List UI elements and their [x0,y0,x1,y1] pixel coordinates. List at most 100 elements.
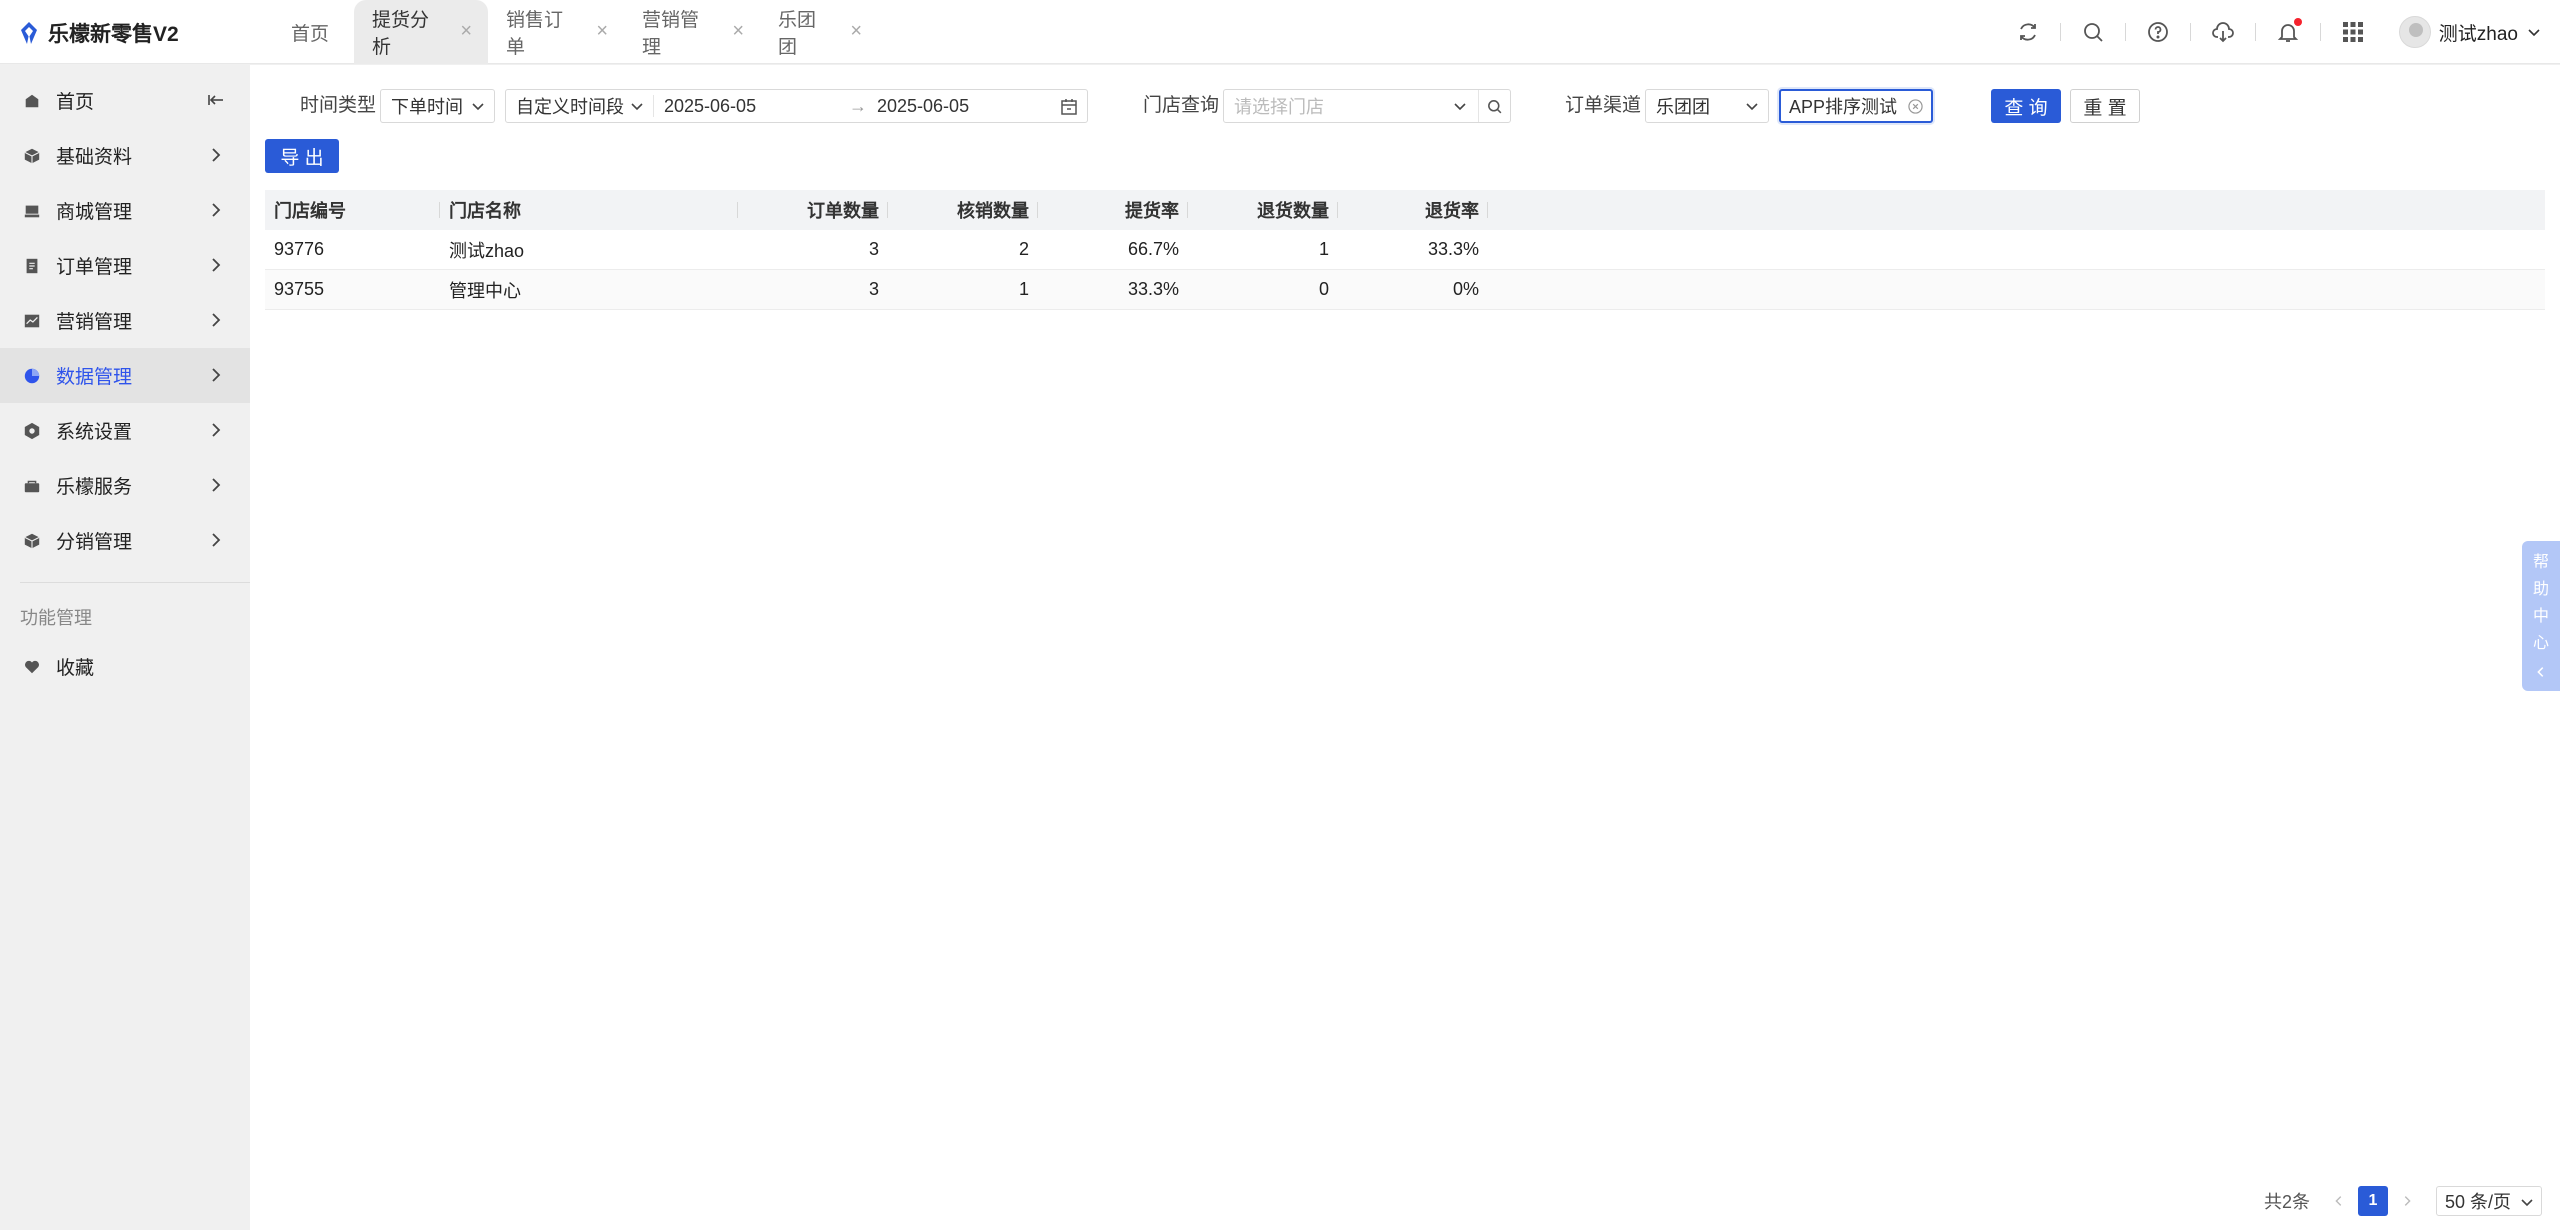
tab-label: 乐团团 [778,10,817,58]
home-icon [22,91,42,111]
reset-button[interactable]: 重 置 [2070,89,2140,123]
store-search-button[interactable] [1478,90,1510,122]
range-separator: → [849,95,867,116]
sidebar-item-service[interactable]: 乐檬服务 [0,458,250,513]
order-channel-label: 订单渠道 [1565,95,1642,116]
select-value: 自定义时间段 [516,97,624,117]
search-icon [2083,23,2103,42]
column-header: 门店名称 [440,190,738,230]
chevron-right-icon [212,368,221,382]
sidebar-item-mall[interactable]: 商城管理 [0,183,250,238]
store-placeholder: 请选择门店 [1234,97,1324,117]
sidebar-item-settings[interactable]: 系统设置 [0,403,250,458]
close-icon[interactable]: × [850,20,862,43]
logo-icon [21,22,37,44]
close-icon[interactable]: × [596,20,608,43]
refresh-icon [2019,23,2036,41]
notifications-button[interactable] [2256,0,2320,64]
sidebar-item-distribution[interactable]: 分销管理 [0,513,250,568]
page-size-select[interactable]: 50 条/页 [2435,1186,2542,1216]
clear-icon[interactable] [1908,99,1923,114]
select-value: 乐团团 [1656,97,1710,117]
query-button[interactable]: 查 询 [1991,89,2061,123]
date-range-picker[interactable]: 自定义时间段 2025-06-05 → 2025-06-05 [505,89,1088,123]
tab-group-buy[interactable]: 乐团团 × [760,0,878,64]
select-value: APP排序测试 [1789,97,1898,117]
order-icon [22,256,42,276]
sidebar-item-marketing[interactable]: 营销管理 [0,293,250,348]
tab-sales-orders[interactable]: 销售订单 × [488,0,624,64]
calendar-icon[interactable] [1060,98,1078,116]
page-number-current[interactable]: 1 [2357,1186,2388,1216]
sidebar-item-label: 数据管理 [56,367,133,388]
search-button[interactable] [2061,0,2125,64]
hexagon-icon [22,421,42,441]
pickup-rate-cell: 66.7% [1127,239,1179,259]
column-header: 门店编号 [265,190,440,230]
tab-label: 首页 [290,23,329,45]
start-date-input[interactable]: 2025-06-05 [664,96,849,117]
order-count-cell: 3 [868,279,879,299]
notification-dot [2293,18,2302,26]
help-button[interactable] [2126,0,2190,64]
sidebar-item-favorites[interactable]: 收藏 [0,639,250,694]
user-menu[interactable]: 测试zhao [2385,0,2560,64]
pie-icon [22,366,42,386]
store-icon [22,201,42,221]
store-code-cell: 93755 [274,279,325,299]
chart-icon [22,311,42,331]
refresh-button[interactable] [1996,0,2060,64]
store-name-cell: 测试zhao [449,240,525,261]
return-rate-cell: 33.3% [1427,239,1479,259]
select-value: 下单时间 [391,97,463,117]
top-bar: 乐檬新零售V2 首页 提货分析 × 销售订单 × 营销管理 × 乐团团 × 测试… [0,0,2560,64]
chevron-right-icon [212,203,221,217]
tab-label: 提货分析 [372,10,430,58]
tab-marketing[interactable]: 营销管理 × [624,0,760,64]
end-date-input[interactable]: 2025-06-05 [877,96,1057,117]
avatar [2398,16,2431,48]
prev-page-button[interactable] [2324,1186,2354,1216]
chevron-left-icon [2537,667,2544,677]
divider [20,582,250,583]
sidebar-item-data[interactable]: 数据管理 [0,348,250,403]
range-type-select[interactable]: 自定义时间段 [506,95,654,117]
cube-icon [22,146,42,166]
sidebar-item-basic-data[interactable]: 基础资料 [0,128,250,183]
sidebar-item-home[interactable]: 首页 [0,73,250,128]
sidebar-item-orders[interactable]: 订单管理 [0,238,250,293]
group-select[interactable]: APP排序测试 [1779,89,1933,123]
close-icon[interactable]: × [732,20,744,43]
download-button[interactable] [2191,0,2255,64]
sidebar-item-label: 订单管理 [56,257,133,278]
collapse-sidebar-icon[interactable] [206,90,226,110]
store-select[interactable]: 请选择门店 [1223,89,1511,123]
table-row[interactable]: 93755 管理中心 3 1 33.3% 0 0% [265,270,2545,310]
store-code-cell: 93776 [274,239,325,259]
pickup-analysis-table: 门店编号 门店名称 订单数量 核销数量 提货率 退货数量 退货率 93776 测… [265,190,2545,310]
main-content: 时间类型 下单时间 自定义时间段 2025-06-05 → 2025-06-05… [250,65,2560,1230]
store-name-cell: 管理中心 [449,280,521,301]
store-query-label: 门店查询 [1143,95,1220,116]
sidebar-item-label: 分销管理 [56,532,133,553]
chevron-right-icon [212,258,221,272]
chevron-right-icon [212,423,221,437]
chevron-right-icon [2404,1196,2411,1206]
table-row[interactable]: 93776 测试zhao 3 2 66.7% 1 33.3% [265,230,2545,270]
help-char: 帮 [2532,554,2549,571]
chevron-left-icon [2335,1196,2342,1206]
time-type-select[interactable]: 下单时间 [380,89,495,123]
column-header: 订单数量 [738,190,888,230]
tab-home[interactable]: 首页 [266,0,354,64]
export-button[interactable]: 导 出 [265,139,339,173]
app-logo[interactable]: 乐檬新零售V2 [18,18,179,48]
order-channel-select[interactable]: 乐团团 [1645,89,1769,123]
grid-icon [2342,22,2363,42]
close-icon[interactable]: × [460,20,472,43]
help-center-tab[interactable]: 帮 助 中 心 [2522,541,2560,691]
next-page-button[interactable] [2392,1186,2422,1216]
app-title: 乐檬新零售V2 [48,23,179,46]
tab-pickup-analysis[interactable]: 提货分析 × [354,0,488,64]
apps-button[interactable] [2321,0,2385,64]
chevron-down-icon [1454,103,1466,111]
